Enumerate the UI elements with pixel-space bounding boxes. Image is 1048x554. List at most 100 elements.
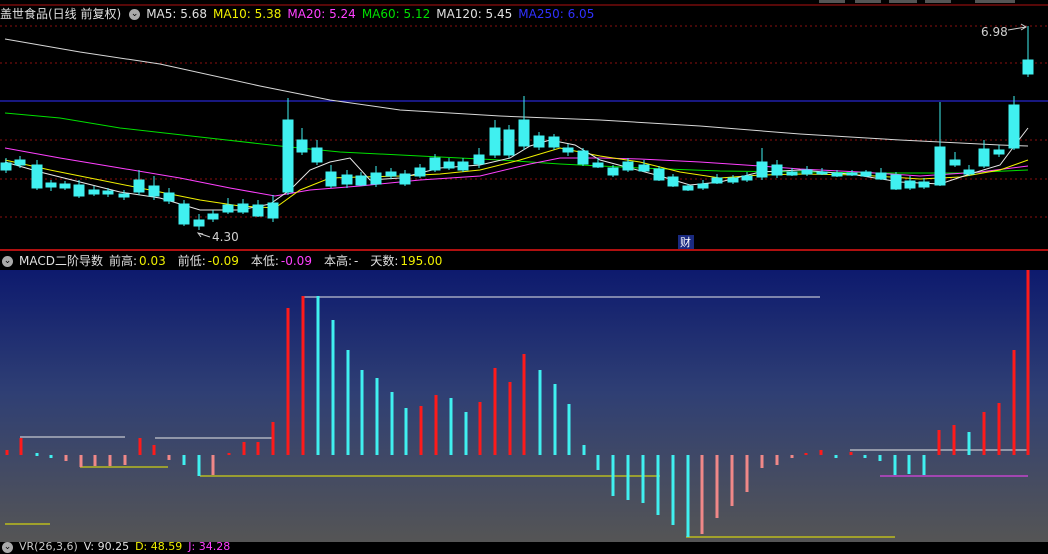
high-arrow-icon: [1007, 23, 1027, 31]
macd-bar-negative: [715, 455, 719, 518]
macd-bar-negative: [700, 455, 704, 534]
candle-down: [577, 148, 589, 166]
macd-bar-negative: [79, 455, 83, 467]
bottom-panel-header: ⌄ VR(26,3,6) V: 90.25 D: 48.59 J: 34.28: [0, 540, 242, 554]
candle-body: [562, 147, 574, 153]
macd-bar-positive: [19, 438, 23, 455]
macd-bar-falling: [656, 455, 660, 515]
macd-bar-falling: [331, 320, 335, 455]
candle-down: [0, 158, 12, 173]
candle-body: [325, 171, 337, 187]
candle-down: [771, 160, 783, 178]
candle-body: [533, 135, 545, 148]
candle-body: [133, 179, 145, 193]
macd-bar-positive: [478, 402, 482, 455]
macd-bar-falling: [922, 455, 926, 475]
macd-bar-negative: [93, 455, 97, 466]
candle-body: [846, 172, 858, 176]
candle-body: [682, 185, 694, 191]
macd-stat-value: -: [354, 254, 359, 268]
macd-bar-positive: [152, 445, 156, 455]
candle-down: [1022, 26, 1034, 77]
macd-bar-falling: [197, 455, 201, 476]
candle-body: [518, 119, 530, 147]
candle-down: [518, 96, 530, 150]
macd-bar-positive: [286, 308, 290, 455]
macd-title[interactable]: MACD二阶导数: [19, 254, 103, 268]
candle-down: [949, 152, 961, 167]
macd-bar-positive: [508, 382, 512, 455]
dropdown-icon[interactable]: ⌄: [2, 256, 13, 267]
macd-bar-negative: [790, 455, 794, 458]
macd-bar-falling: [538, 370, 542, 455]
macd-bar-negative: [167, 455, 171, 460]
candle-down: [178, 200, 190, 226]
candle-body: [548, 136, 560, 148]
candle-down: [59, 181, 71, 190]
candle-body: [489, 127, 501, 156]
dropdown-icon[interactable]: ⌄: [2, 541, 13, 553]
candle-down: [443, 158, 455, 170]
candle-down: [222, 198, 234, 214]
candle-down: [325, 165, 337, 188]
candle-body: [860, 171, 872, 177]
macd-bar-falling: [404, 408, 408, 455]
candle-body: [59, 183, 71, 189]
candle-down: [252, 200, 264, 217]
high-price-label: 6.98: [981, 25, 1008, 39]
macd-bar-falling: [596, 455, 600, 470]
candle-down: [193, 214, 205, 230]
candle-body: [653, 168, 665, 181]
candle-body: [118, 193, 130, 198]
candle-down: [592, 158, 604, 168]
candle-body: [503, 129, 515, 156]
macd-bar-positive: [522, 354, 526, 455]
candle-body: [355, 175, 367, 186]
candle-body: [949, 159, 961, 166]
candle-body: [1022, 59, 1034, 75]
candle-body: [697, 183, 709, 189]
macd-bar-positive: [271, 422, 275, 455]
low-arrow-icon: [196, 232, 211, 238]
candle-body: [73, 184, 85, 197]
candle-down: [756, 148, 768, 180]
candlestick-chart[interactable]: 6.98 4.30 财: [0, 0, 1048, 250]
macd-panel-header: ⌄ MACD二阶导数 前高: 0.03 前低: -0.09 本低: -0.09 本高: - 天数: 1…: [0, 251, 460, 271]
macd-bar-falling: [375, 378, 379, 455]
candle-down: [963, 165, 975, 176]
macd-bar-falling: [878, 455, 882, 461]
macd-histogram[interactable]: [0, 270, 1048, 542]
candle-body: [577, 150, 589, 165]
macd-bar-falling: [834, 455, 838, 458]
macd-stat-1: 前低: -0.09: [178, 254, 245, 268]
low-price-label: 4.30: [212, 230, 239, 244]
candle-body: [102, 190, 114, 195]
candle-down: [102, 188, 114, 197]
stock-chart-window: 盖世食品(日线 前复权) ⌄ MA5: 5.68 MA10: 5.38 MA20: 5.…: [0, 0, 1048, 553]
candle-down: [1008, 96, 1020, 150]
candle-body: [311, 147, 323, 163]
candle-down: [562, 144, 574, 156]
candle-down: [697, 180, 709, 190]
macd-bar-negative: [730, 455, 734, 506]
candle-body: [993, 149, 1005, 155]
macd-bar-negative: [108, 455, 112, 466]
candle-down: [341, 170, 353, 188]
candle-body: [429, 157, 441, 171]
macd-bar-positive: [952, 425, 956, 455]
candle-body: [267, 202, 279, 219]
macd-stat-label: 天数:: [370, 254, 399, 268]
candle-down: [457, 158, 469, 172]
macd-bar-positive: [227, 453, 231, 455]
candle-body: [756, 161, 768, 178]
macd-bar-falling: [671, 455, 675, 525]
candle-body: [370, 172, 382, 185]
macd-bar-positive: [1026, 270, 1030, 455]
macd-stat-label: 本低:: [250, 254, 279, 268]
candle-down: [311, 140, 323, 165]
macd-bar-negative: [211, 455, 215, 475]
candle-down: [399, 170, 411, 186]
candle-body: [414, 167, 426, 177]
candle-down: [711, 174, 723, 184]
candle-down: [786, 168, 798, 176]
